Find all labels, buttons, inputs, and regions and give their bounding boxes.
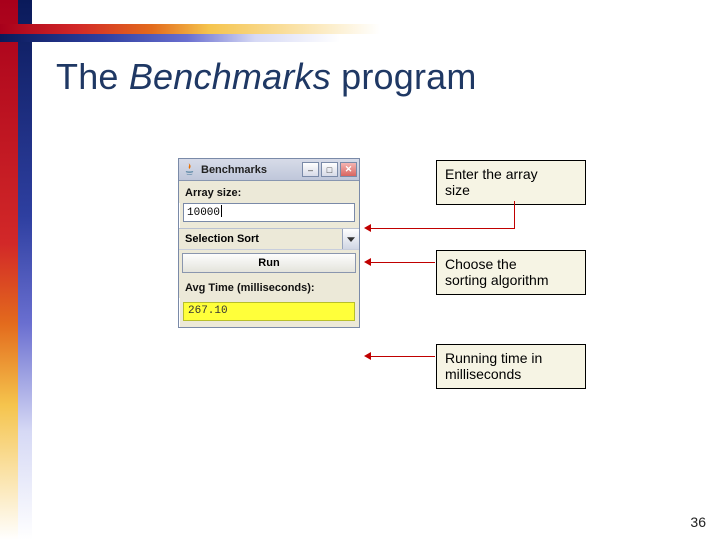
arrow-to-array-size	[514, 201, 515, 229]
algorithm-dropdown-button[interactable]	[342, 229, 359, 249]
minimize-icon: –	[308, 165, 313, 175]
callout-text: milliseconds	[445, 366, 521, 382]
arrow-to-algorithm	[371, 262, 435, 263]
arrowhead-icon	[364, 224, 371, 232]
arrow-to-array-size	[371, 228, 515, 229]
arrowhead-icon	[364, 352, 371, 360]
decor-stripe-v1	[0, 0, 18, 540]
slide: The Benchmarks program Benchmarks – □ ✕ …	[0, 0, 720, 540]
minimize-button[interactable]: –	[302, 162, 319, 177]
run-button-wrap: Run	[179, 249, 359, 276]
algorithm-selected-value: Selection Sort	[179, 229, 342, 249]
callout-running-time: Running time in milliseconds	[436, 344, 586, 389]
arrow-to-result	[371, 356, 435, 357]
callout-text: Running time in	[445, 350, 542, 366]
callout-text: sorting algorithm	[445, 272, 549, 288]
decor-stripe-v2	[18, 0, 32, 540]
arrowhead-icon	[364, 258, 371, 266]
algorithm-select[interactable]: Selection Sort	[179, 228, 359, 249]
callout-text: Choose the	[445, 256, 517, 272]
title-emphasis: Benchmarks	[129, 56, 331, 97]
benchmarks-window: Benchmarks – □ ✕ Array size: 10000 Selec…	[178, 158, 360, 328]
slide-title: The Benchmarks program	[56, 56, 477, 98]
callout-algorithm: Choose the sorting algorithm	[436, 250, 586, 295]
window-buttons: – □ ✕	[302, 162, 359, 177]
array-size-label: Array size:	[179, 181, 359, 203]
title-suffix: program	[331, 56, 477, 97]
decor-stripe-h1	[0, 24, 380, 34]
title-prefix: The	[56, 56, 129, 97]
page-number: 36	[690, 514, 706, 530]
callout-text: size	[445, 182, 470, 198]
callout-text: Enter the array	[445, 166, 538, 182]
java-icon	[182, 162, 197, 177]
result-output: 267.10	[183, 302, 355, 321]
run-button[interactable]: Run	[182, 253, 356, 273]
callout-array-size: Enter the array size	[436, 160, 586, 205]
maximize-icon: □	[327, 165, 332, 175]
decor-stripe-h2	[0, 34, 340, 42]
maximize-button[interactable]: □	[321, 162, 338, 177]
close-icon: ✕	[345, 164, 353, 175]
titlebar[interactable]: Benchmarks – □ ✕	[179, 159, 359, 181]
array-size-input[interactable]: 10000	[183, 203, 355, 222]
close-button[interactable]: ✕	[340, 162, 357, 177]
window-title: Benchmarks	[201, 164, 302, 176]
avg-time-label: Avg Time (milliseconds):	[179, 276, 359, 298]
chevron-down-icon	[347, 230, 355, 248]
